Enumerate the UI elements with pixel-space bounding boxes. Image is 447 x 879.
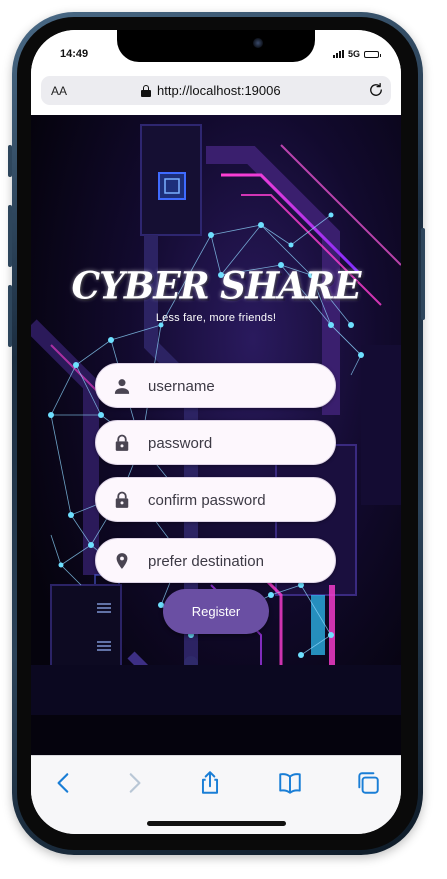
person-icon: [114, 379, 130, 394]
location-pin-icon: [116, 553, 128, 569]
share-icon[interactable]: [197, 770, 223, 796]
url-text[interactable]: http://localhost:19006: [157, 83, 281, 98]
battery-icon: [364, 50, 381, 58]
notch: [117, 30, 315, 62]
app-content: CYBER SHARE Less fare, more friends! use…: [31, 115, 401, 755]
text-size-button[interactable]: AA: [51, 84, 67, 98]
password-field[interactable]: password: [95, 420, 336, 465]
secure-lock-icon: [141, 84, 151, 97]
forward-icon[interactable]: [121, 770, 147, 796]
power-button: [421, 228, 425, 320]
silent-switch: [8, 145, 12, 177]
back-icon[interactable]: [51, 770, 77, 796]
app-title: CYBER SHARE: [71, 263, 362, 309]
register-button[interactable]: Register: [163, 589, 269, 634]
front-camera: [253, 38, 263, 48]
confirm-password-field[interactable]: confirm password: [95, 477, 336, 522]
status-time: 14:49: [60, 48, 89, 60]
volume-down-button: [8, 285, 12, 347]
lock-icon: [115, 434, 129, 451]
confirm-password-placeholder: confirm password: [148, 492, 266, 509]
address-bar[interactable]: AA http://localhost:19006: [41, 76, 391, 105]
volume-up-button: [8, 205, 12, 267]
status-indicators: 5G: [332, 49, 381, 59]
status-bar: 14:49 5G: [31, 30, 401, 74]
lock-icon: [115, 491, 129, 508]
app-tagline: Less fare, more friends!: [155, 312, 277, 324]
network-type: 5G: [347, 49, 360, 59]
username-field[interactable]: username: [95, 363, 336, 408]
prefer-destination-placeholder: prefer destination: [148, 553, 264, 570]
tabs-icon[interactable]: [355, 770, 381, 796]
prefer-destination-field[interactable]: prefer destination: [95, 538, 336, 583]
bookmarks-icon[interactable]: [277, 770, 303, 796]
cellular-signal-icon: [332, 50, 344, 58]
reload-icon[interactable]: [367, 81, 385, 99]
home-indicator[interactable]: [147, 821, 286, 826]
password-placeholder: password: [148, 435, 213, 452]
username-placeholder: username: [148, 378, 215, 395]
screen: 14:49 5G AA http://localhost:19006 CYBER…: [31, 30, 401, 834]
